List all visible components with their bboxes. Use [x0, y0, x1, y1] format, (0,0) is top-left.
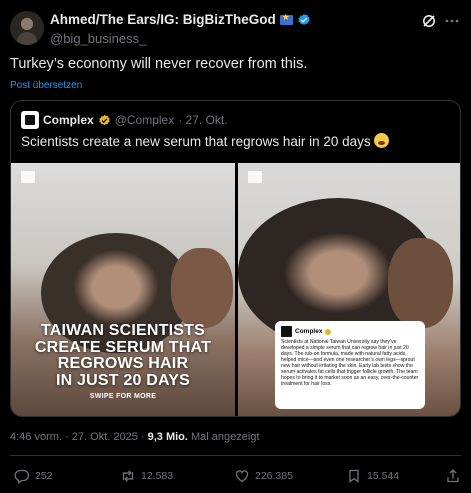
mind-blown-emoji-icon [374, 133, 390, 148]
like-count: 226.385 [255, 470, 293, 482]
news-card-body: Scientists at National Taiwan University… [281, 339, 419, 387]
heart-icon [235, 470, 249, 483]
repost-count: 12.583 [141, 470, 174, 482]
share-icon [447, 469, 459, 483]
complex-logo-icon [21, 171, 35, 183]
news-card: Complex Scientists at National Taiwan Un… [275, 321, 425, 409]
verified-icon [297, 13, 311, 27]
flag-icon [279, 12, 293, 25]
like-button[interactable]: 226.385 [234, 468, 293, 484]
complex-logo-icon [281, 326, 292, 337]
reply-count: 252 [35, 470, 53, 482]
news-card-name: Complex [295, 328, 323, 335]
bookmark-icon [349, 469, 359, 483]
post-header: Ahmed/The Ears/IG: BigBizTheGod @big_bus… [10, 9, 461, 46]
gold-verified-icon [325, 328, 332, 335]
translate-link[interactable]: Post übersetzen [10, 80, 82, 91]
display-name[interactable]: Ahmed/The Ears/IG: BigBizTheGod [50, 12, 276, 27]
author-handle[interactable]: @big_business_ [50, 31, 146, 46]
news-card-header: Complex [281, 326, 419, 337]
meta-separator: · [65, 431, 72, 443]
gold-verified-icon [98, 114, 111, 127]
meta-separator: · [140, 431, 148, 443]
post-text: Turkey’s economy will never recover from… [10, 56, 308, 72]
author-line: Ahmed/The Ears/IG: BigBizTheGod [50, 12, 311, 27]
post-time[interactable]: 4:46 vorm. [10, 431, 62, 443]
quote-text-body: Scientists create a new serum that regro… [21, 134, 371, 149]
view-count: 9,3 Mio. [147, 431, 188, 443]
post-date[interactable]: 27. Okt. 2025 [72, 431, 138, 443]
share-button[interactable] [445, 468, 461, 484]
quote-text: Scientists create a new serum that regro… [21, 133, 390, 149]
swipe-cta: SWIPE FOR MORE [89, 393, 157, 400]
post-meta: 4:46 vorm. · 27. Okt. 2025 · 9,3 Mio. Ma… [10, 431, 260, 443]
reply-icon [14, 469, 30, 484]
repost-button[interactable]: 12.583 [120, 468, 173, 484]
mirror-reflection-image [171, 248, 233, 328]
quoted-post[interactable]: Complex @Complex · 27. Okt. Scientists c… [10, 100, 461, 417]
reply-button[interactable]: 252 [14, 468, 53, 484]
complex-logo-icon [248, 171, 262, 183]
quote-handle: @Complex [114, 113, 175, 127]
grok-icon[interactable] [421, 13, 437, 29]
repost-icon [122, 470, 134, 482]
quote-name: Complex [43, 113, 94, 127]
quote-avatar [21, 111, 39, 129]
more-icon[interactable] [443, 12, 461, 30]
mirror-reflection-image [388, 238, 453, 328]
views-label: Mal angezeigt [191, 431, 260, 443]
headline-overlay: TAIWAN SCIENTISTS CREATE SERUM THAT REGR… [11, 322, 235, 400]
quote-date: · 27. Okt. [178, 113, 228, 127]
media-image-left[interactable]: TAIWAN SCIENTISTS CREATE SERUM THAT REGR… [11, 163, 235, 416]
bookmark-count: 15.544 [367, 470, 400, 482]
divider [10, 455, 461, 456]
author-avatar[interactable] [10, 11, 44, 45]
headline-text: TAIWAN SCIENTISTS CREATE SERUM THAT REGR… [34, 322, 212, 389]
action-bar: 252 12.583 226.385 15.544 [10, 468, 461, 486]
bookmark-button[interactable]: 15.544 [346, 468, 399, 484]
quote-header: Complex @Complex · 27. Okt. [21, 111, 228, 129]
quote-media: TAIWAN SCIENTISTS CREATE SERUM THAT REGR… [11, 163, 460, 416]
